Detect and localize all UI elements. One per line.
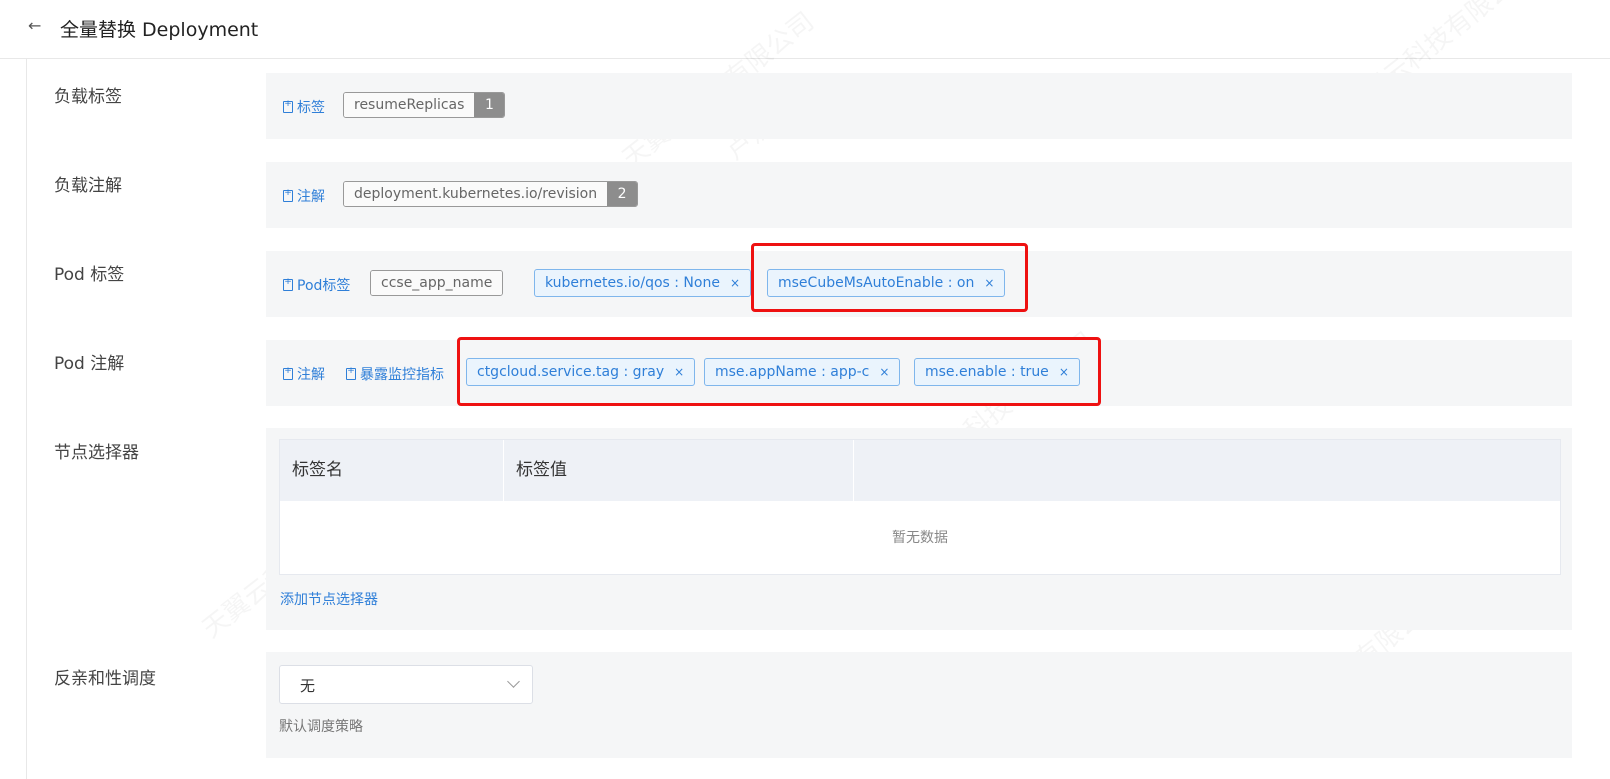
expose-metrics-link[interactable]: 暴露监控指标 — [346, 364, 444, 384]
page-title: 全量替换 Deployment — [60, 19, 259, 41]
highlight-box — [457, 337, 1101, 406]
page-header: ← 全量替换 Deployment — [0, 0, 1610, 59]
add-node-selector-link[interactable]: 添加节点选择器 — [280, 589, 378, 609]
back-arrow-icon[interactable]: ← — [28, 16, 41, 35]
add-label-link[interactable]: 标签 — [283, 97, 325, 117]
doc-add-icon — [283, 277, 293, 291]
column-header-value: 标签值 — [504, 440, 854, 501]
pod-annotations-label: Pod 注解 — [54, 354, 125, 374]
table-header: 标签名 标签值 — [280, 440, 1560, 501]
tag-count-badge: 1 — [474, 93, 505, 117]
add-pod-annotation-link[interactable]: 注解 — [283, 364, 325, 384]
workload-labels-label: 负载标签 — [54, 87, 122, 107]
annotation-tag-revision: deployment.kubernetes.io/revision 2 — [343, 181, 639, 207]
doc-add-icon — [346, 366, 356, 380]
label-tag-resume-replicas: resumeReplicas 1 — [343, 92, 506, 118]
tag-count-badge: 2 — [607, 182, 638, 206]
pod-label-tag-qos: kubernetes.io/qos : None × — [534, 269, 752, 297]
doc-add-icon — [283, 188, 293, 202]
node-selector-label: 节点选择器 — [54, 443, 139, 463]
doc-add-icon — [283, 99, 293, 113]
add-pod-label-link[interactable]: Pod标签 — [283, 275, 350, 295]
chevron-down-icon — [507, 675, 520, 688]
workload-annotations-label: 负载注解 — [54, 176, 122, 196]
anti-affinity-select[interactable]: 无 — [279, 665, 533, 704]
close-icon[interactable]: × — [730, 276, 740, 290]
doc-add-icon — [283, 366, 293, 380]
highlight-box — [751, 243, 1028, 312]
left-divider — [26, 59, 27, 779]
node-selector-table: 标签名 标签值 暂无数据 — [279, 439, 1561, 575]
column-header-key: 标签名 — [280, 440, 504, 501]
anti-affinity-label: 反亲和性调度 — [54, 669, 156, 689]
add-annotation-link[interactable]: 注解 — [283, 186, 325, 206]
pod-labels-label: Pod 标签 — [54, 265, 125, 285]
empty-state: 暂无数据 — [892, 530, 948, 546]
pod-label-tag-ccse-app-name: ccse_app_name — [370, 270, 504, 296]
anti-affinity-hint: 默认调度策略 — [279, 719, 363, 735]
